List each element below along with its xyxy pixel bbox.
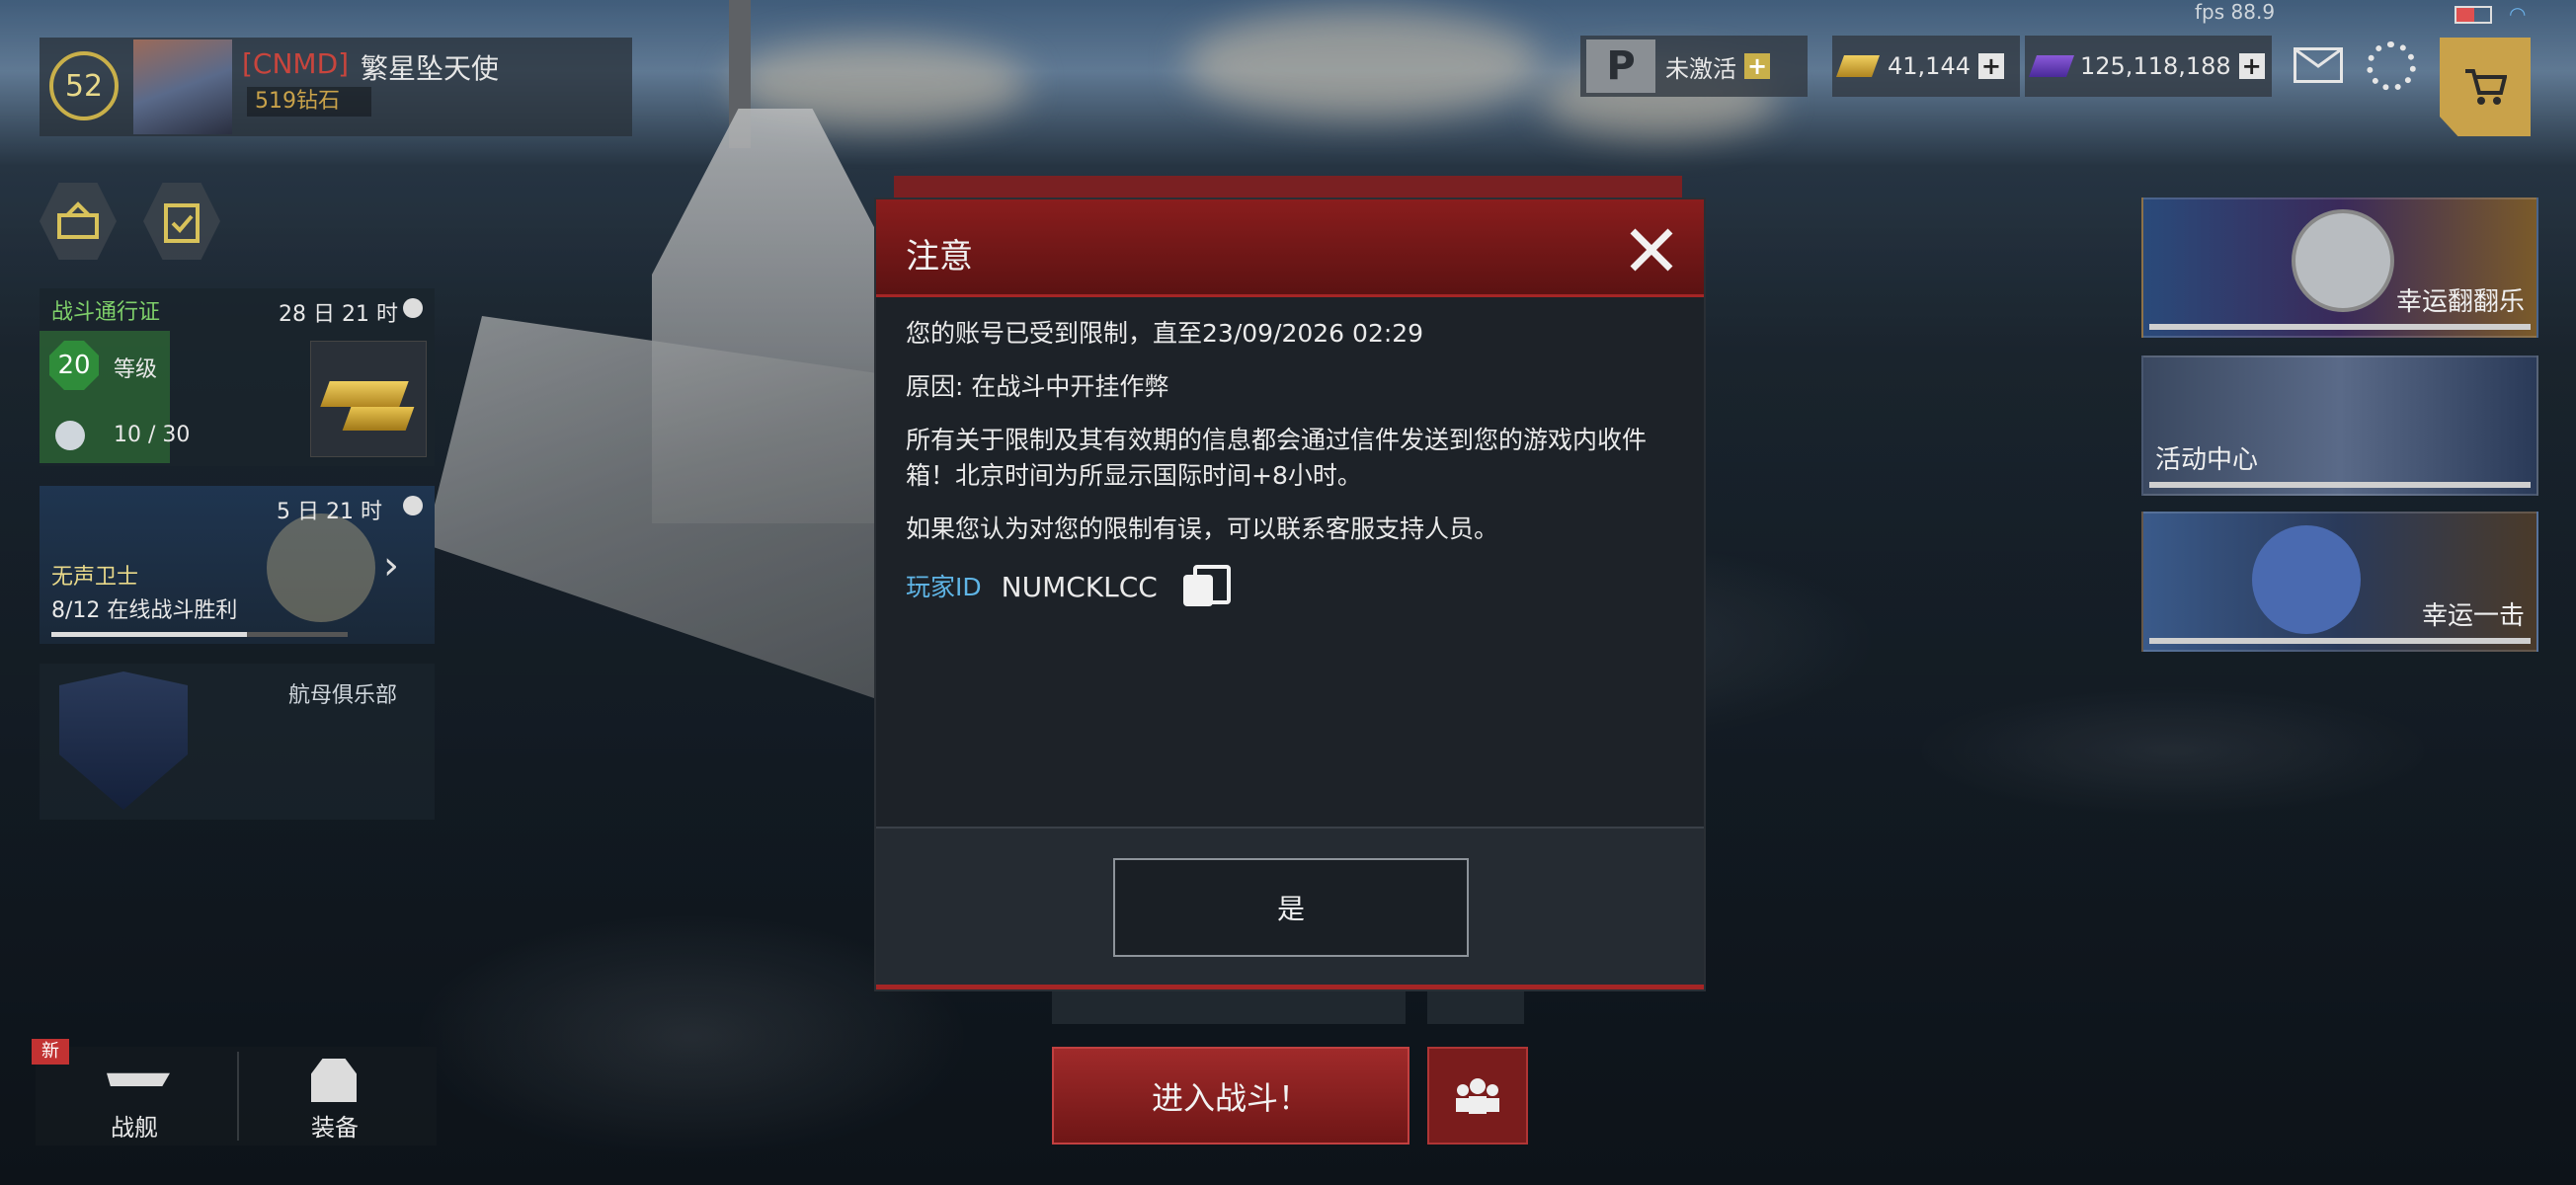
restriction-dialog: 注意 您的账号已受到限制，直至23/09/2026 02:29 原因: 在战斗中… xyxy=(874,198,1706,991)
event-progress xyxy=(2149,482,2531,488)
add-credits-button[interactable]: + xyxy=(2238,53,2265,79)
confirm-button[interactable]: 是 xyxy=(1113,858,1469,957)
dialog-title: 注意 xyxy=(906,237,973,276)
clan-tag: [CNMD] xyxy=(242,47,350,80)
dialog-header xyxy=(876,199,1704,297)
credits-amount: 125,118,188 xyxy=(2080,52,2231,80)
gold-bar-icon xyxy=(320,381,409,407)
battery-icon xyxy=(2455,6,2492,24)
cart-icon xyxy=(2465,69,2507,105)
squad-button[interactable] xyxy=(1427,1047,1528,1145)
event-title: 无声卫士 xyxy=(51,565,139,590)
basket-icon xyxy=(57,201,99,239)
battle-pass-timer: 28 日 21 时 xyxy=(279,302,398,327)
add-gold-button[interactable]: + xyxy=(1977,53,2004,79)
player-level: 52 xyxy=(49,51,119,120)
add-premium-button[interactable]: + xyxy=(1744,53,1770,79)
event-timer: 5 日 21 时 xyxy=(277,500,382,524)
dialog-body: 您的账号已受到限制，直至23/09/2026 02:29 原因: 在战斗中开挂作… xyxy=(906,316,1676,610)
nav-equipment-label: 装备 xyxy=(311,1114,359,1142)
level-label: 等级 xyxy=(114,357,158,382)
diamond-count: 519钻石 xyxy=(247,87,371,117)
mail-icon[interactable] xyxy=(2294,47,2343,83)
fps-counter: fps 88.9 xyxy=(2195,0,2276,24)
shop-cart-button[interactable] xyxy=(2440,38,2531,136)
event-mission: 8/12 在线战斗胜利 xyxy=(51,598,238,623)
close-icon[interactable] xyxy=(1627,225,1676,275)
gold-reward[interactable] xyxy=(310,341,427,457)
restriction-until-text: 您的账号已受到限制，直至23/09/2026 02:29 xyxy=(906,319,1424,348)
nav-warships-label: 战舰 xyxy=(111,1114,158,1142)
support-contact-text: 如果您认为对您的限制有误，可以联系客服支持人员。 xyxy=(906,514,1499,543)
clock-icon xyxy=(403,496,423,515)
event-progress-bar xyxy=(51,632,348,637)
divider xyxy=(237,1052,239,1141)
nav-warships[interactable]: 战舰 xyxy=(59,1059,217,1144)
gold-bar-icon xyxy=(342,407,415,431)
enter-battle-button[interactable]: 进入战斗！ xyxy=(1052,1047,1409,1145)
premium-p-icon: P xyxy=(1586,40,1655,93)
fist-icon xyxy=(2252,525,2361,634)
player-id-row: 玩家ID NUMCKLCC xyxy=(906,565,1676,610)
gold-bar-icon xyxy=(1835,55,1881,77)
avatar[interactable] xyxy=(133,40,232,134)
chevron-right-icon[interactable]: › xyxy=(383,543,399,589)
event-lucky-strike[interactable]: 幸运一击 xyxy=(2141,512,2538,652)
battle-pass-title: 战斗通行证 xyxy=(51,300,161,325)
credits-box[interactable]: 125,118,188 + xyxy=(2025,36,2272,97)
moon-image xyxy=(267,514,375,622)
copy-icon[interactable] xyxy=(1181,565,1231,610)
clock-icon xyxy=(403,298,423,318)
gold-amount: 41,144 xyxy=(1888,52,1971,80)
wifi-icon: ◠ xyxy=(2509,2,2527,26)
dialog-footer: 是 xyxy=(876,827,1704,987)
event-lucky-flip-title: 幸运翻翻乐 xyxy=(2395,287,2525,317)
premium-status: 未激活 xyxy=(1665,54,1736,83)
restriction-reason-text: 原因: 在战斗中开挂作弊 xyxy=(906,372,1169,401)
battle-pass-level: 20 xyxy=(49,341,99,390)
silver-coin-icon xyxy=(2292,209,2394,312)
event-progress xyxy=(2149,324,2531,330)
club-title: 航母俱乐部 xyxy=(288,683,398,708)
player-id-value: NUMCKLCC xyxy=(1001,571,1158,603)
premium-box[interactable]: P 未激活 + xyxy=(1580,36,1808,97)
event-activity-center-title: 活动中心 xyxy=(2155,445,2259,475)
player-id-label: 玩家ID xyxy=(906,573,982,601)
team-icon xyxy=(1456,1077,1499,1114)
warship-icon xyxy=(107,1072,170,1086)
gold-box[interactable]: 41,144 + xyxy=(1832,36,2020,97)
gear-icon[interactable] xyxy=(2367,41,2416,91)
restriction-info-text: 所有关于限制及其有效期的信息都会通过信件发送到您的游戏内收件箱！北京时间为所显示… xyxy=(906,426,1648,490)
event-lucky-strike-title: 幸运一击 xyxy=(2421,601,2525,631)
event-lucky-flip[interactable]: 幸运翻翻乐 xyxy=(2141,198,2538,338)
boxes-icon xyxy=(311,1059,357,1102)
battle-pass-progress: 10 / 30 xyxy=(114,423,191,447)
medal-icon xyxy=(55,421,85,450)
event-progress xyxy=(2149,638,2531,644)
credits-icon xyxy=(2028,55,2075,77)
player-name: 繁星坠天使 xyxy=(361,52,500,85)
nav-equipment[interactable]: 装备 xyxy=(262,1059,420,1144)
event-activity-center[interactable]: 活动中心 xyxy=(2141,356,2538,496)
dialog-bottom-accent xyxy=(876,985,1704,989)
clipboard-icon xyxy=(164,203,200,243)
